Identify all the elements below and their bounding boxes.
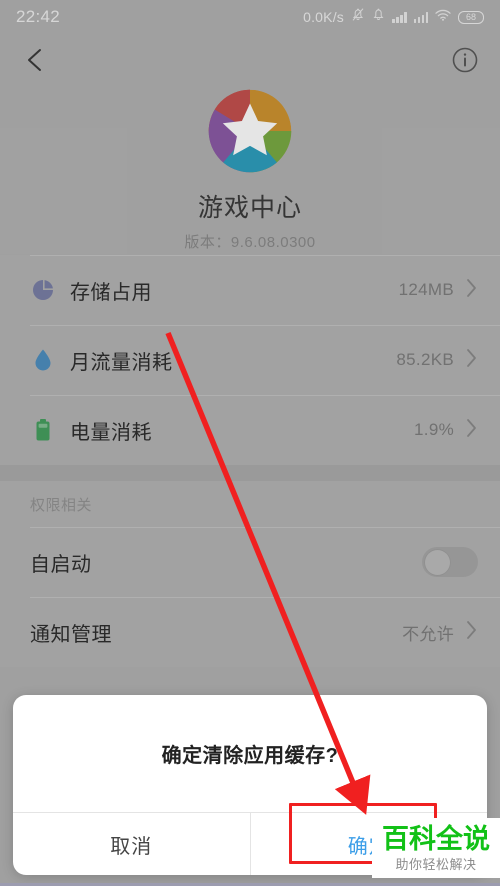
cancel-button[interactable]: 取消 (13, 813, 250, 875)
dialog-message: 确定清除应用缓存? (161, 745, 339, 767)
watermark: 百科全说 助你轻松解决 (372, 818, 500, 878)
watermark-title: 百科全说 (382, 823, 490, 854)
phone-screen: 22:42 0.0K/s 68 游戏中心 版本：9.6.08.0300 存储占用… (0, 0, 500, 886)
watermark-subtitle: 助你轻松解决 (395, 856, 477, 872)
dialog-body: 确定清除应用缓存? (13, 695, 487, 812)
